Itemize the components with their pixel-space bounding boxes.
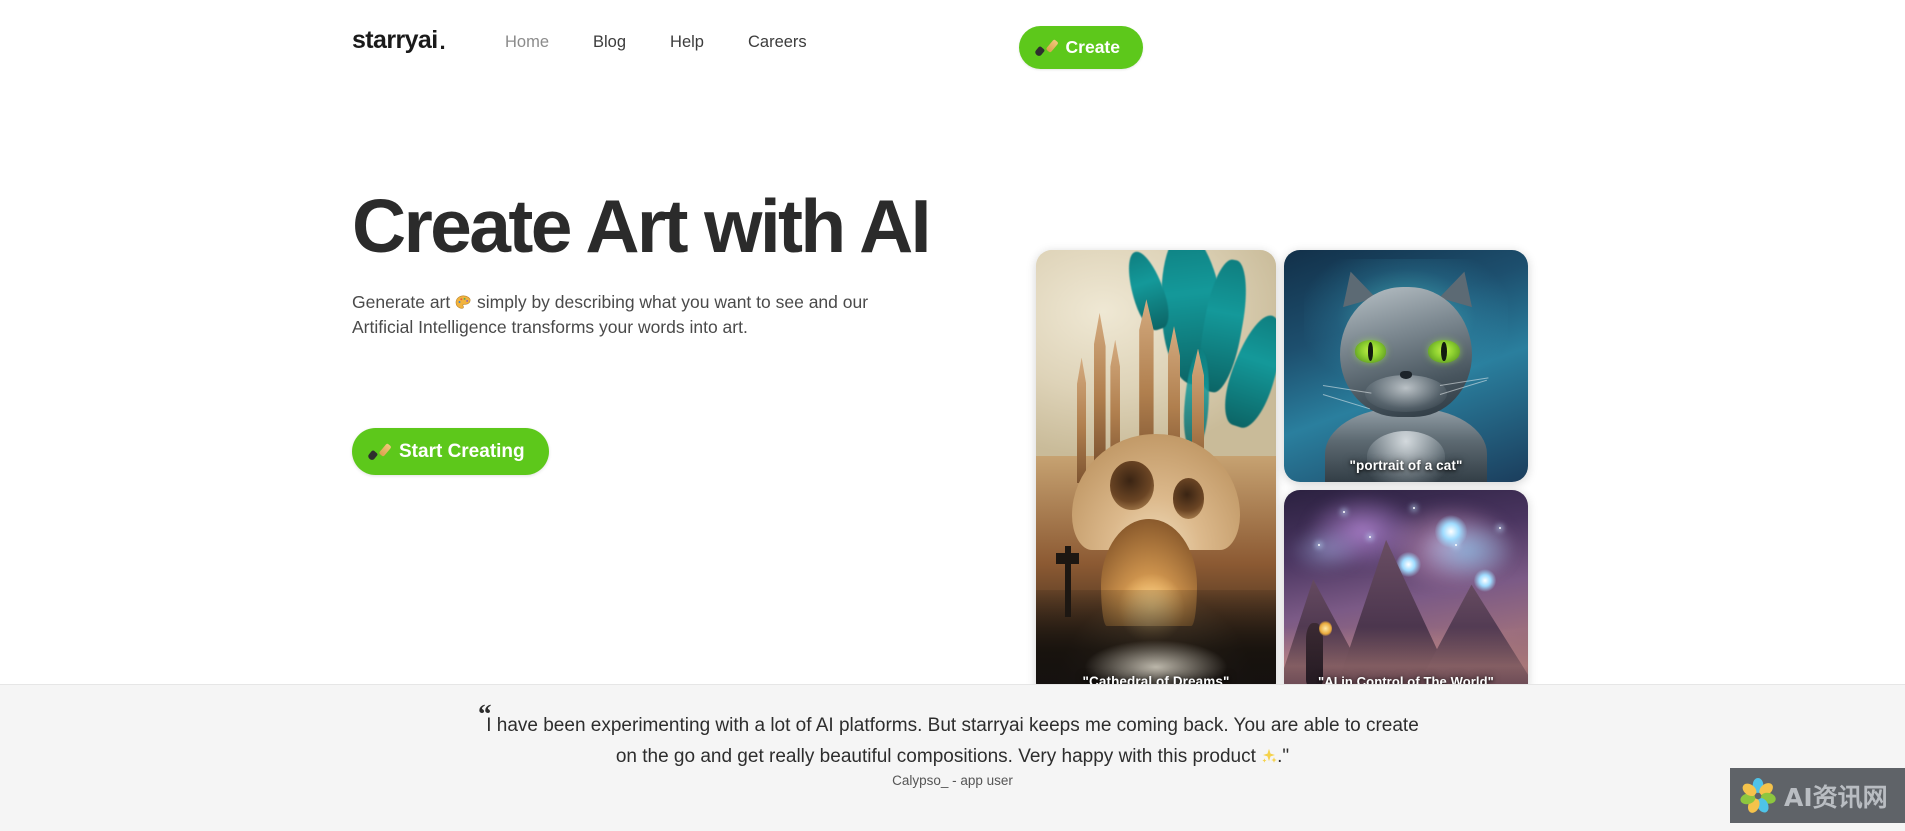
landing-page: starryai. Home Blog Help Careers Create … bbox=[0, 0, 1905, 831]
testimonial-quote-close: ." bbox=[1277, 745, 1290, 767]
art-card-portrait-of-a-cat[interactable]: "portrait of a cat" bbox=[1284, 250, 1528, 482]
site-header: starryai. Home Blog Help Careers Create bbox=[0, 0, 1905, 86]
ai-world-artwork-image bbox=[1284, 490, 1528, 698]
flower-pinwheel-icon bbox=[1739, 777, 1777, 815]
sparkles-icon bbox=[1261, 744, 1277, 763]
cathedral-artwork-image bbox=[1036, 250, 1276, 698]
watermark-text: AI资讯网 bbox=[1784, 782, 1888, 812]
start-creating-button[interactable]: Start Creating bbox=[352, 428, 549, 475]
hero-subtitle: Generate art simply by describing what y… bbox=[352, 290, 882, 341]
sample-art-gallery: "Cathedral of Dreams" "portrait of a cat… bbox=[1036, 250, 1528, 698]
brand-name: starryai bbox=[352, 26, 438, 54]
art-card-ai-in-control-of-the-world[interactable]: "AI in Control of The World" bbox=[1284, 490, 1528, 698]
main-navigation: Home Blog Help Careers bbox=[505, 33, 807, 52]
nav-item-help[interactable]: Help bbox=[670, 33, 704, 52]
brand-star-icon: . bbox=[439, 29, 446, 54]
paintbrush-icon bbox=[1037, 38, 1057, 58]
site-watermark: AI资讯网 bbox=[1730, 768, 1905, 823]
paintbrush-icon bbox=[370, 442, 390, 462]
testimonial-author: Calypso_ - app user bbox=[892, 773, 1013, 788]
hero-subtitle-part1: Generate art bbox=[352, 291, 451, 312]
nav-item-blog[interactable]: Blog bbox=[593, 33, 626, 52]
starryai-logo[interactable]: starryai. bbox=[352, 26, 446, 55]
art-card-cathedral-of-dreams[interactable]: "Cathedral of Dreams" bbox=[1036, 250, 1276, 698]
start-creating-label: Start Creating bbox=[399, 440, 525, 462]
gallery-right-column: "portrait of a cat" "AI in Control of Th… bbox=[1284, 250, 1528, 698]
nav-item-careers[interactable]: Careers bbox=[748, 33, 807, 52]
page-title: Create Art with AI bbox=[352, 184, 932, 268]
testimonial-section: “ I have been experimenting with a lot o… bbox=[0, 685, 1905, 831]
create-button[interactable]: Create bbox=[1018, 26, 1143, 69]
nav-item-home[interactable]: Home bbox=[505, 33, 549, 52]
create-button-label: Create bbox=[1065, 37, 1120, 57]
hero-copy: Create Art with AI Generate art simply b… bbox=[352, 184, 972, 759]
cat-artwork-image bbox=[1284, 250, 1528, 482]
palette-icon bbox=[455, 292, 472, 309]
hero-section: Create Art with AI Generate art simply b… bbox=[0, 86, 1905, 759]
testimonial-quote: I have been experimenting with a lot of … bbox=[480, 711, 1425, 773]
